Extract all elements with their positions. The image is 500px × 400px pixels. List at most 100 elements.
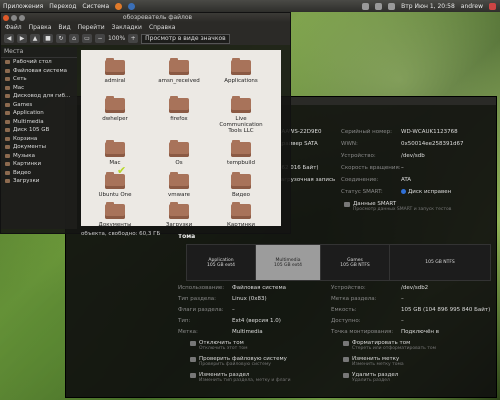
window-title: обозреватель файлов xyxy=(122,14,193,21)
volume-games[interactable]: Games 105 GB NTFS xyxy=(320,244,390,281)
folder-item[interactable]: Загрузки xyxy=(153,202,205,228)
folder-item[interactable]: dwhelper xyxy=(89,96,141,122)
folder-icon xyxy=(231,140,251,157)
menu-edit[interactable]: Правка xyxy=(29,24,52,31)
menu-help[interactable]: Справка xyxy=(149,24,175,31)
forward-icon[interactable]: ▶ xyxy=(17,34,27,43)
device-field: Устройство: /dev/sdb xyxy=(341,153,425,159)
file-manager-titlebar[interactable]: обозреватель файлов xyxy=(1,13,290,22)
folder-item[interactable]: Mac xyxy=(89,140,141,166)
view-mode-select[interactable]: Просмотр в виде значков xyxy=(141,33,230,44)
volumes-heading: Тома xyxy=(178,233,196,240)
network-icon[interactable] xyxy=(375,2,383,10)
sidebar-item-games[interactable]: Games xyxy=(1,101,77,110)
sidebar-item-mac[interactable]: Mac xyxy=(1,84,77,93)
zoom-in-icon[interactable]: + xyxy=(128,34,139,43)
folder-item[interactable]: Applications xyxy=(215,58,267,84)
folder-item[interactable]: Документы xyxy=(89,202,141,228)
sidebar-item-pictures[interactable]: Картинки xyxy=(1,160,77,169)
folder-item[interactable]: admiral xyxy=(89,58,141,84)
folder-item[interactable]: Картинки xyxy=(215,202,267,228)
close-window-icon[interactable] xyxy=(3,14,9,21)
volume-application[interactable]: Application 105 GB ext4 xyxy=(186,244,256,281)
volume-multimedia[interactable]: Multimedia 105 GB ext4 xyxy=(255,244,321,281)
folder-icon xyxy=(169,58,189,75)
delete-partition-button[interactable]: Удалить раздел Удалить раздел xyxy=(343,372,398,383)
folder-item[interactable]: Live Communication Tools LLC xyxy=(215,96,267,134)
usage-field: Использование: Файловая система xyxy=(178,285,286,291)
folder-item[interactable]: vmware xyxy=(153,172,205,198)
menu-go[interactable]: Перейти xyxy=(78,24,105,31)
check-filesystem-button[interactable]: Проверить файловую систему Проверить файл… xyxy=(190,356,287,367)
serial-field: Серийный номер: WD-WCAUK1123768 xyxy=(341,129,458,135)
clock[interactable]: Втр Июн 1, 20:58 xyxy=(401,3,455,10)
zoom-out-icon[interactable]: − xyxy=(95,34,105,43)
sidebar-item-floppy[interactable]: Дисковод для гиб… xyxy=(1,92,77,101)
connection-field: Соединение: ATA xyxy=(341,177,412,183)
folder-item[interactable]: ✔ Ubuntu One xyxy=(89,165,141,198)
panel-menu-applications[interactable]: Приложения xyxy=(3,3,43,10)
sidebar-item-trash[interactable]: Корзина xyxy=(1,135,77,144)
sidebar-item-documents[interactable]: Документы xyxy=(1,143,77,152)
sync-check-icon: ✔ xyxy=(117,164,127,177)
rotation-field: Скорость вращения: – xyxy=(341,165,404,171)
folder-item[interactable]: Os xyxy=(153,140,205,166)
sidebar-item-downloads[interactable]: Загрузки xyxy=(1,177,77,186)
smart-data-button[interactable]: Данные SMART Просмотр данных SMART и запу… xyxy=(344,201,451,212)
documents-folder-icon xyxy=(105,202,125,219)
mount-point-field: Точка монтирования: Подключён в xyxy=(331,329,439,335)
panel-menu-places[interactable]: Переход xyxy=(49,3,76,10)
menu-view[interactable]: Вид xyxy=(58,24,70,31)
folder-item[interactable]: amsn_received xyxy=(153,58,205,84)
places-sidebar: Места Рабочий стол Файловая система Сеть… xyxy=(1,47,77,229)
sidebar-item-disk[interactable]: Диск 105 GB xyxy=(1,126,77,135)
menu-bookmarks[interactable]: Закладки xyxy=(112,24,142,31)
firefox-launcher-icon[interactable] xyxy=(115,2,123,10)
video-folder-icon xyxy=(231,172,251,189)
folder-item[interactable]: Видео xyxy=(215,172,267,198)
sidebar-item-network[interactable]: Сеть xyxy=(1,75,77,84)
folder-icon xyxy=(231,58,251,75)
volume-ntfs[interactable]: 105 GB NTFS xyxy=(389,244,491,281)
volume-icon[interactable] xyxy=(388,2,396,10)
pictures-folder-icon xyxy=(231,202,251,219)
edit-partition-button[interactable]: Изменить раздел Изменить тип раздела, мет… xyxy=(190,372,291,383)
reload-icon[interactable]: ↻ xyxy=(56,34,66,43)
zoom-level: 100% xyxy=(108,35,126,42)
panel-menus: Приложения Переход Система xyxy=(0,2,136,10)
edit-label-button[interactable]: Изменить метку Изменить метку тома xyxy=(343,356,404,367)
sidebar-item-videos[interactable]: Видео xyxy=(1,169,77,178)
sidebar-item-application[interactable]: Application xyxy=(1,109,77,118)
file-icon-grid: admiral amsn_received Applications dwhel… xyxy=(81,50,281,228)
format-volume-button[interactable]: Форматировать том Стереть или отформатиро… xyxy=(343,340,436,351)
help-launcher-icon[interactable] xyxy=(128,2,136,10)
folder-icon xyxy=(169,172,189,189)
power-icon[interactable] xyxy=(489,2,496,10)
folder-icon xyxy=(105,140,125,157)
folder-item[interactable]: firefox xyxy=(153,96,205,122)
sidebar-item-multimedia[interactable]: Multimedia xyxy=(1,118,77,127)
sidebar-item-desktop[interactable]: Рабочий стол xyxy=(1,58,77,67)
status-bar: объекта, свободно: 60,3 ГБ xyxy=(81,231,161,237)
sidebar-item-filesystem[interactable]: Файловая система xyxy=(1,67,77,76)
computer-icon[interactable]: ▭ xyxy=(82,34,92,43)
label-field: Метка: Multimedia xyxy=(178,329,263,335)
back-icon[interactable]: ◀ xyxy=(4,34,14,43)
downloads-folder-icon xyxy=(169,202,189,219)
folder-item[interactable]: tempbuild xyxy=(215,140,267,166)
unmount-volume-button[interactable]: Отключить том Отключить этот том xyxy=(190,340,248,351)
panel-menu-system[interactable]: Система xyxy=(82,3,109,10)
menu-file[interactable]: Файл xyxy=(5,24,22,31)
panel-indicators: Втр Июн 1, 20:58 andrew xyxy=(362,2,500,10)
up-icon[interactable]: ▲ xyxy=(30,34,40,43)
folder-icon: ✔ xyxy=(105,165,126,189)
file-manager-toolbar: ◀ ▶ ▲ ■ ↻ ⌂ ▭ − 100% + Просмотр в виде з… xyxy=(1,32,290,45)
stop-icon[interactable]: ■ xyxy=(43,34,53,43)
minimize-window-icon[interactable] xyxy=(11,14,17,21)
sidebar-header[interactable]: Места xyxy=(1,47,77,58)
sidebar-item-music[interactable]: Музыка xyxy=(1,152,77,161)
user-name[interactable]: andrew xyxy=(461,3,483,10)
smart-status-field: Статус SMART: Диск исправен xyxy=(341,189,452,195)
mail-icon[interactable] xyxy=(362,2,370,10)
home-icon[interactable]: ⌂ xyxy=(69,34,79,43)
